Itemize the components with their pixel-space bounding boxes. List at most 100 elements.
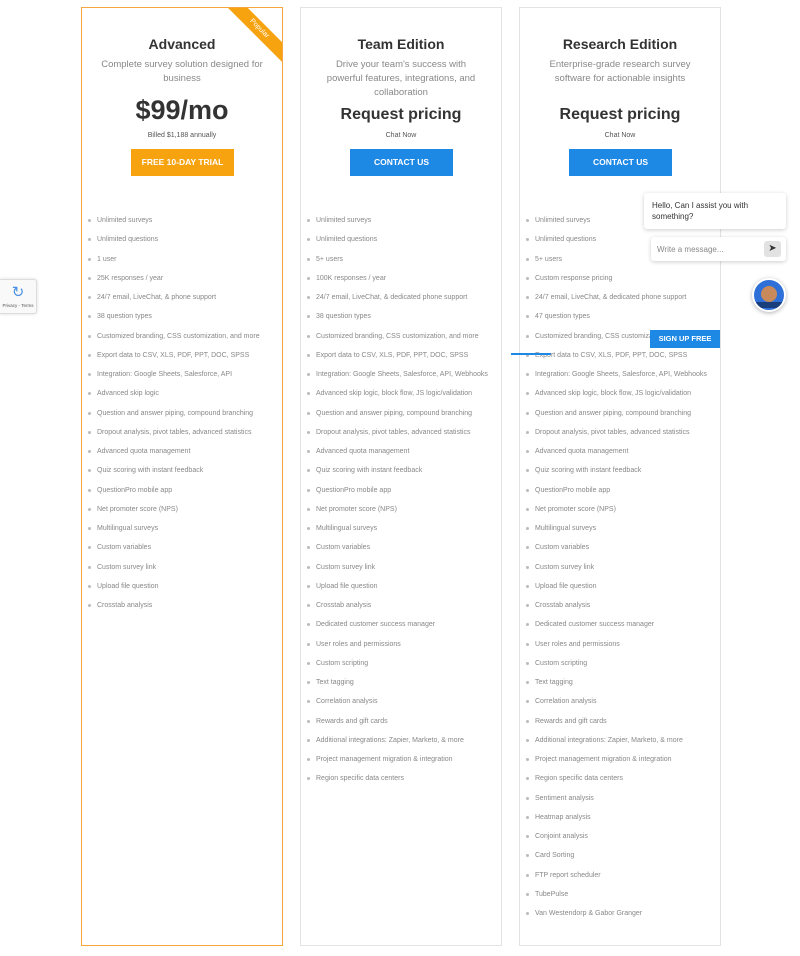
feature-item: Correlation analysis: [307, 692, 495, 711]
bullet-icon: [307, 584, 310, 588]
feature-list: Unlimited surveys Unlimited questions 5+ u…: [526, 211, 714, 923]
feature-text: Custom variables: [535, 544, 590, 552]
bullet-icon: [88, 488, 91, 492]
feature-text: Unlimited surveys: [97, 217, 153, 225]
feature-text: Crosstab analysis: [316, 602, 372, 610]
bullet-icon: [307, 700, 310, 704]
feature-text: Rewards and gift cards: [316, 717, 388, 725]
feature-text: Multilingual surveys: [535, 525, 597, 533]
feature-text: Custom scripting: [535, 659, 588, 667]
bullet-icon: [526, 661, 529, 665]
bullet-icon: [307, 296, 310, 300]
feature-text: Custom response pricing: [535, 274, 613, 282]
recaptcha-text[interactable]: Privacy - Terms: [0, 303, 36, 308]
bullet-icon: [88, 257, 91, 261]
feature-item: Project management migration & integrati…: [307, 750, 495, 769]
recaptcha-badge[interactable]: ↻ Privacy - Terms: [0, 279, 37, 314]
bullet-icon: [88, 353, 91, 357]
feature-item: Conjoint analysis: [526, 827, 714, 846]
feature-item: 24/7 email, LiveChat, & phone support: [88, 288, 276, 307]
bullet-icon: [526, 758, 529, 762]
feature-item: Advanced quota management: [307, 442, 495, 461]
feature-item: Quiz scoring with instant feedback: [526, 461, 714, 480]
feature-item: Question and answer piping, compound bra…: [526, 404, 714, 423]
bullet-icon: [88, 392, 91, 396]
chat-now-link[interactable]: Chat Now: [301, 132, 501, 139]
feature-text: Quiz scoring with instant feedback: [535, 467, 642, 475]
feature-list: Unlimited surveys Unlimited questions 5+ u…: [307, 211, 495, 789]
bullet-icon: [307, 546, 310, 550]
feature-item: Customized branding, CSS customization, …: [88, 327, 276, 346]
feature-item: Crosstab analysis: [526, 596, 714, 615]
feature-item: 24/7 email, LiveChat, & dedicated phone …: [307, 288, 495, 307]
feature-item: Integration: Google Sheets, Salesforce, …: [526, 365, 714, 384]
feature-item: Dropout analysis, pivot tables, advanced…: [307, 423, 495, 442]
feature-text: Net promoter score (NPS): [316, 505, 397, 513]
chat-message-input[interactable]: [657, 241, 757, 257]
bullet-icon: [526, 681, 529, 685]
bullet-icon: [526, 430, 529, 434]
bullet-icon: [526, 584, 529, 588]
bullet-icon: [526, 257, 529, 261]
feature-text: 25K responses / year: [97, 274, 164, 282]
bullet-icon: [88, 469, 91, 473]
bullet-icon: [88, 565, 91, 569]
feature-text: Text tagging: [535, 679, 573, 687]
feature-item: User roles and permissions: [526, 635, 714, 654]
feature-text: Advanced skip logic: [97, 390, 159, 398]
feature-text: QuestionPro mobile app: [535, 486, 611, 494]
feature-text: Export data to CSV, XLS, PDF, PPT, DOC, …: [97, 351, 250, 359]
chat-now-link[interactable]: Chat Now: [520, 132, 720, 139]
feature-text: 100K responses / year: [316, 274, 387, 282]
sign-up-free-button[interactable]: SIGN UP FREE: [650, 330, 720, 348]
bullet-icon: [88, 604, 91, 608]
chat-avatar[interactable]: [752, 278, 786, 312]
feature-text: Upload file question: [316, 582, 378, 590]
feature-text: Region specific data centers: [535, 775, 623, 783]
feature-text: Custom survey link: [535, 563, 595, 571]
feature-text: Heatmap analysis: [535, 813, 591, 821]
bullet-icon: [526, 892, 529, 896]
feature-text: TubePulse: [535, 890, 569, 898]
feature-text: 24/7 email, LiveChat, & dedicated phone …: [316, 294, 468, 302]
plan-subtitle: Enterprise-grade research survey softwar…: [549, 59, 691, 84]
feature-item: Sentiment analysis: [526, 789, 714, 808]
feature-item: Custom scripting: [307, 654, 495, 673]
feature-item: 38 question types: [88, 307, 276, 326]
bullet-icon: [526, 219, 529, 223]
bullet-icon: [526, 527, 529, 531]
feature-text: Dedicated customer success manager: [535, 621, 655, 629]
feature-item: User roles and permissions: [307, 635, 495, 654]
blue-underline: [511, 353, 551, 355]
bullet-icon: [526, 315, 529, 319]
feature-text: 24/7 email, LiveChat, & dedicated phone …: [535, 294, 687, 302]
feature-text: Custom survey link: [316, 563, 376, 571]
feature-item: Text tagging: [526, 673, 714, 692]
feature-text: Unlimited questions: [316, 236, 378, 244]
feature-item: Custom scripting: [526, 654, 714, 673]
bullet-icon: [88, 507, 91, 511]
contact-us-button[interactable]: CONTACT US: [569, 149, 672, 176]
bullet-icon: [307, 469, 310, 473]
feature-item: Custom survey link: [526, 558, 714, 577]
bullet-icon: [307, 373, 310, 377]
feature-text: Additional integrations: Zapier, Marketo…: [316, 736, 464, 744]
plan-price: Request pricing: [559, 106, 681, 123]
feature-item: Custom survey link: [88, 558, 276, 577]
feature-item: Additional integrations: Zapier, Marketo…: [307, 731, 495, 750]
contact-us-button[interactable]: CONTACT US: [350, 149, 453, 176]
bullet-icon: [307, 315, 310, 319]
feature-item: Advanced quota management: [526, 442, 714, 461]
feature-item: QuestionPro mobile app: [307, 481, 495, 500]
send-icon[interactable]: ➤: [764, 241, 781, 257]
feature-item: Quiz scoring with instant feedback: [88, 461, 276, 480]
feature-text: Custom scripting: [316, 659, 369, 667]
feature-item: Dedicated customer success manager: [307, 615, 495, 634]
feature-text: Custom variables: [97, 544, 152, 552]
free-trial-button[interactable]: FREE 10-DAY TRIAL: [131, 149, 234, 176]
feature-text: Net promoter score (NPS): [97, 505, 178, 513]
feature-text: Crosstab analysis: [97, 602, 153, 610]
feature-item: Text tagging: [307, 673, 495, 692]
feature-list: Unlimited surveys Unlimited questions 1 us…: [88, 211, 276, 615]
plan-card-advanced: Popular Advanced Complete survey solutio…: [81, 7, 283, 946]
